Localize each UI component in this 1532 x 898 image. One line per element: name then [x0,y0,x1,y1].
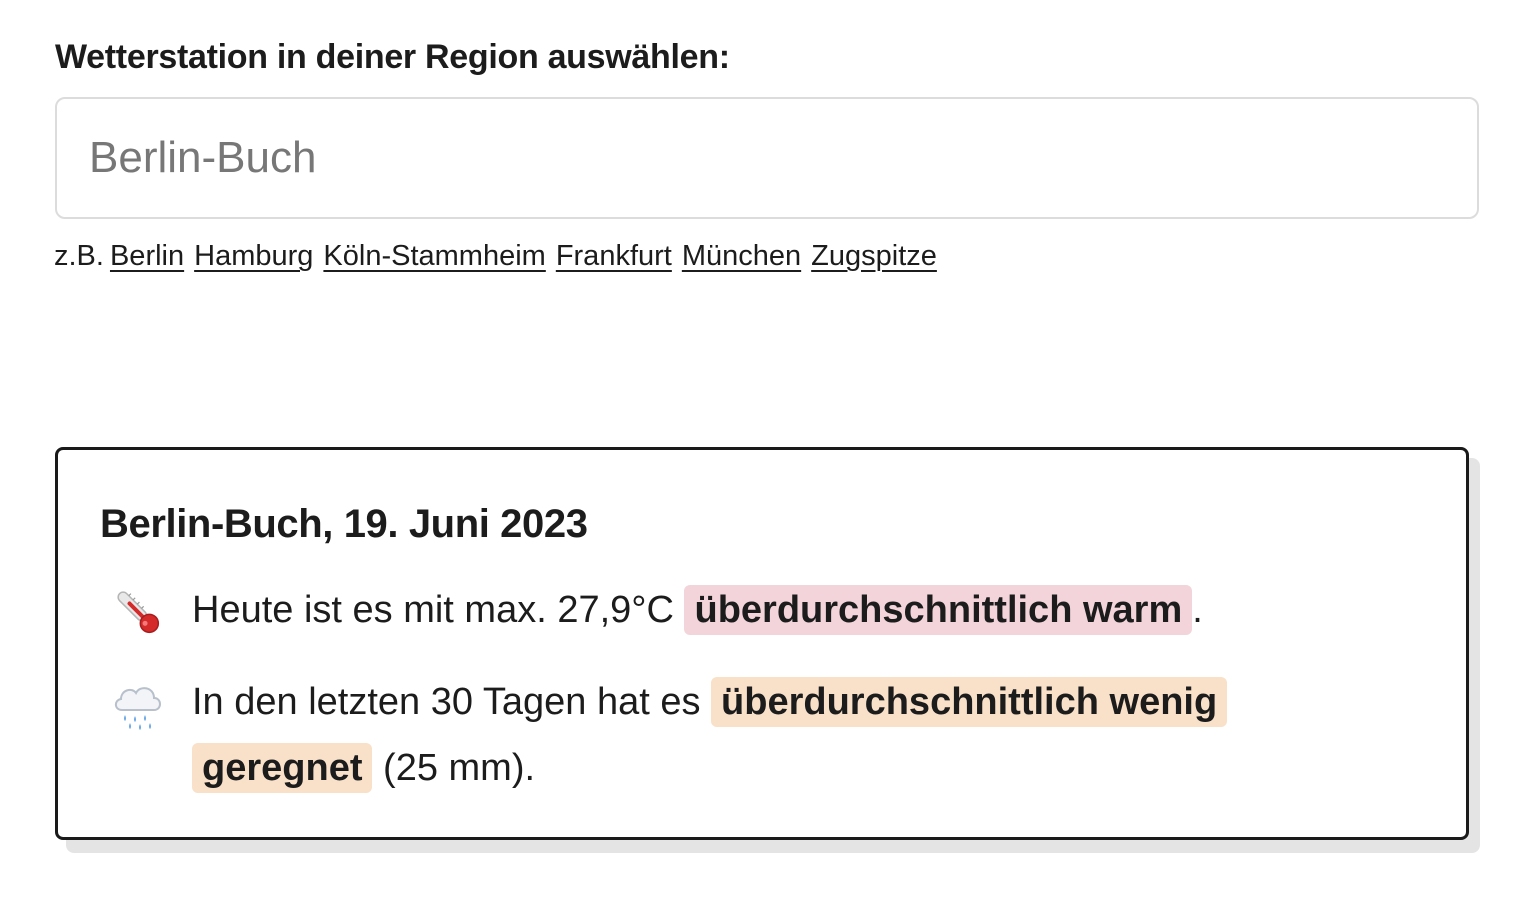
example-link-zugspitze[interactable]: Zugspitze [811,240,937,272]
temperature-text: Heute ist es mit max. 27,9°C überdurchsc… [192,577,1340,643]
example-link-frankfurt[interactable]: Frankfurt [556,240,672,272]
example-link-muenchen[interactable]: München [682,240,801,272]
rain-text: In den letzten 30 Tagen hat es überdurch… [192,669,1340,801]
example-link-hamburg[interactable]: Hamburg [194,240,313,272]
temperature-highlight: überdurchschnittlich warm [684,585,1193,635]
page: Wetterstation in deiner Region auswählen… [0,0,1532,898]
station-search-input[interactable] [55,97,1479,219]
cloud-with-rain-icon [114,687,161,730]
report-title: Berlin-Buch, 19. Juni 2023 [100,502,588,546]
temperature-text-before: Heute ist es mit max. 27,9°C [192,589,685,631]
temperature-row: Heute ist es mit max. 27,9°C überdurchsc… [100,577,1340,643]
temperature-text-after: . [1192,589,1203,631]
example-link-berlin[interactable]: Berlin [110,240,184,272]
rain-text-after: (25 mm). [372,747,536,789]
rain-text-before: In den letzten 30 Tagen hat es [192,681,712,723]
example-link-koeln-stammheim[interactable]: Köln-Stammheim [323,240,545,272]
station-select-label: Wetterstation in deiner Region auswählen… [55,38,730,76]
example-stations: z.B. Berlin Hamburg Köln-Stammheim Frankfurt… [54,240,947,273]
rain-row: In den letzten 30 Tagen hat es überdurch… [100,669,1340,801]
weather-report-card: Berlin-Buch, 19. Juni 2023 Heute ist es … [55,447,1469,840]
thermometer-icon [117,591,160,634]
examples-prefix: z.B. [54,240,104,272]
